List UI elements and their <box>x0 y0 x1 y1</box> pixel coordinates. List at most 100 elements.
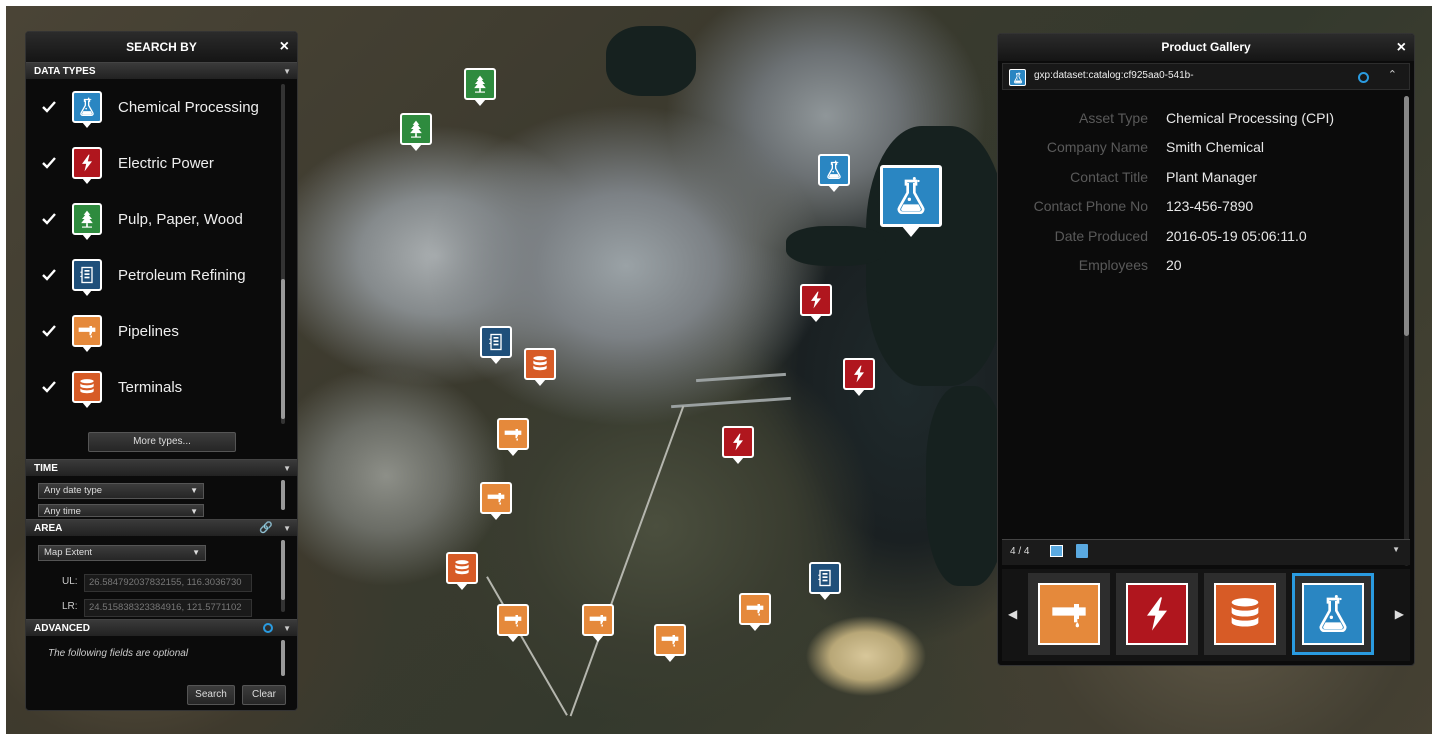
checkmark-icon <box>42 157 56 169</box>
time-section-header[interactable]: TIME ▼ <box>26 459 297 476</box>
map-marker-pipeline[interactable] <box>654 624 686 662</box>
chevron-down-icon[interactable]: ▼ <box>283 460 291 477</box>
area-section-header[interactable]: AREA 🔗 ▼ <box>26 519 297 536</box>
scrollbar-thumb[interactable] <box>281 640 285 676</box>
data-types-section-header[interactable]: DATA TYPES ▼ <box>26 62 297 79</box>
chevron-down-icon[interactable]: ▼ <box>283 63 291 80</box>
chevron-down-icon[interactable]: ▼ <box>283 620 291 637</box>
detail-row: Date Produced 2016-05-19 05:06:11.0 <box>998 228 1398 248</box>
data-type-row[interactable]: Petroleum Refining <box>26 247 297 303</box>
refinery-icon <box>72 259 102 296</box>
checkbox[interactable] <box>40 378 58 396</box>
select-icon[interactable] <box>1050 545 1063 557</box>
advanced-header-label: ADVANCED <box>34 623 90 634</box>
lr-coordinate-field[interactable]: 24.515838323384916, 121.5771102 <box>84 599 252 617</box>
collapse-icon[interactable]: ⌃ <box>1388 68 1397 81</box>
advanced-section-header[interactable]: ADVANCED ▼ <box>26 619 297 636</box>
map-marker-terminal[interactable] <box>524 348 556 386</box>
map-marker-refinery[interactable] <box>480 326 512 364</box>
map-marker-pipeline[interactable] <box>480 482 512 520</box>
detail-value: 20 <box>1166 257 1182 273</box>
close-icon[interactable]: × <box>280 32 289 62</box>
lightning-icon <box>806 290 826 310</box>
loading-icon <box>1358 72 1369 83</box>
product-gallery-panel: Product Gallery × gxp:dataset:catalog:cf… <box>997 33 1415 666</box>
data-type-row[interactable]: Pipelines <box>26 303 297 359</box>
map-marker-electric[interactable] <box>843 358 875 396</box>
ul-coordinate-field[interactable]: 26.584792037832155, 116.3036730 <box>84 574 252 592</box>
previous-arrow-icon[interactable]: ◀ <box>1008 607 1017 621</box>
map-marker-refinery[interactable] <box>809 562 841 600</box>
tree-icon <box>406 119 426 139</box>
lightning-icon <box>72 147 102 184</box>
search-panel-title: SEARCH BY <box>126 40 197 54</box>
flask-icon <box>891 176 931 216</box>
gallery-thumbnail[interactable] <box>1204 573 1286 655</box>
data-type-row[interactable]: Chemical Processing <box>26 79 297 135</box>
data-types-scrollbar[interactable] <box>281 84 285 424</box>
pipeline-icon <box>588 610 608 630</box>
airport-runway <box>671 396 791 409</box>
map-marker-electric[interactable] <box>722 426 754 464</box>
chevron-down-icon: ▼ <box>190 507 198 516</box>
map-marker-pipeline[interactable] <box>497 418 529 456</box>
checkbox[interactable] <box>40 98 58 116</box>
trash-icon[interactable] <box>1076 544 1088 558</box>
detail-value: 2016-05-19 05:06:11.0 <box>1166 227 1307 244</box>
pipeline-icon <box>486 488 506 508</box>
flask-icon <box>1302 583 1364 645</box>
lr-label: LR: <box>62 601 78 612</box>
clear-button[interactable]: Clear <box>242 685 286 705</box>
map-marker-pipeline[interactable] <box>497 604 529 642</box>
checkmark-icon <box>42 101 56 113</box>
map-marker-pipeline[interactable] <box>582 604 614 642</box>
date-type-select[interactable]: Any date type ▼ <box>38 483 204 499</box>
gallery-thumbnail[interactable] <box>1116 573 1198 655</box>
scrollbar-thumb[interactable] <box>1404 96 1409 336</box>
checkbox[interactable] <box>40 266 58 284</box>
time-select[interactable]: Any time ▼ <box>38 504 204 517</box>
tree-icon <box>72 203 102 240</box>
map-marker-electric[interactable] <box>800 284 832 322</box>
more-types-button[interactable]: More types... <box>88 432 236 452</box>
flask-icon <box>824 160 844 180</box>
search-button[interactable]: Search <box>187 685 235 705</box>
chevron-down-icon[interactable]: ▼ <box>1392 545 1400 554</box>
map-marker-chemical-selected[interactable] <box>880 165 942 237</box>
map-marker-chemical[interactable] <box>818 154 850 192</box>
chevron-down-icon[interactable]: ▼ <box>283 520 291 537</box>
river <box>786 226 886 266</box>
pipeline-icon <box>660 630 680 650</box>
chevron-down-icon: ▼ <box>190 486 198 495</box>
checkbox[interactable] <box>40 322 58 340</box>
lightning-icon <box>849 364 869 384</box>
data-type-row[interactable]: Pulp, Paper, Wood <box>26 191 297 247</box>
scrollbar-thumb[interactable] <box>281 540 285 600</box>
gallery-toolbar: 4 / 4 ▼ <box>1002 539 1410 565</box>
area-mode-select[interactable]: Map Extent ▼ <box>38 545 206 561</box>
map-marker-pipeline[interactable] <box>739 593 771 631</box>
data-type-row[interactable]: Terminals <box>26 359 297 415</box>
gallery-thumbnail[interactable] <box>1292 573 1374 655</box>
map-marker-pulp-paper[interactable] <box>400 113 432 151</box>
close-icon[interactable]: × <box>1397 34 1406 61</box>
scrollbar-thumb[interactable] <box>281 279 285 419</box>
scrollbar-thumb[interactable] <box>281 480 285 510</box>
checkbox[interactable] <box>40 154 58 172</box>
dataset-bar[interactable]: gxp:dataset:catalog:cf925aa0-541b- ⌃ <box>1002 63 1410 90</box>
gallery-thumbnail[interactable] <box>1028 573 1110 655</box>
area-scrollbar[interactable] <box>281 540 285 612</box>
next-arrow-icon[interactable]: ▶ <box>1395 607 1404 621</box>
link-icon[interactable]: 🔗 <box>259 520 273 537</box>
map-marker-pulp-paper[interactable] <box>464 68 496 106</box>
checkmark-icon <box>42 213 56 225</box>
data-type-row[interactable]: Electric Power <box>26 135 297 191</box>
detail-key: Employees <box>1078 257 1148 273</box>
detail-key: Contact Phone No <box>1033 198 1148 215</box>
time-scrollbar[interactable] <box>281 480 285 510</box>
checkbox[interactable] <box>40 210 58 228</box>
data-type-label: Chemical Processing <box>118 98 259 116</box>
gallery-scrollbar[interactable] <box>1404 96 1409 566</box>
advanced-scrollbar[interactable] <box>281 640 285 676</box>
map-marker-terminal[interactable] <box>446 552 478 590</box>
